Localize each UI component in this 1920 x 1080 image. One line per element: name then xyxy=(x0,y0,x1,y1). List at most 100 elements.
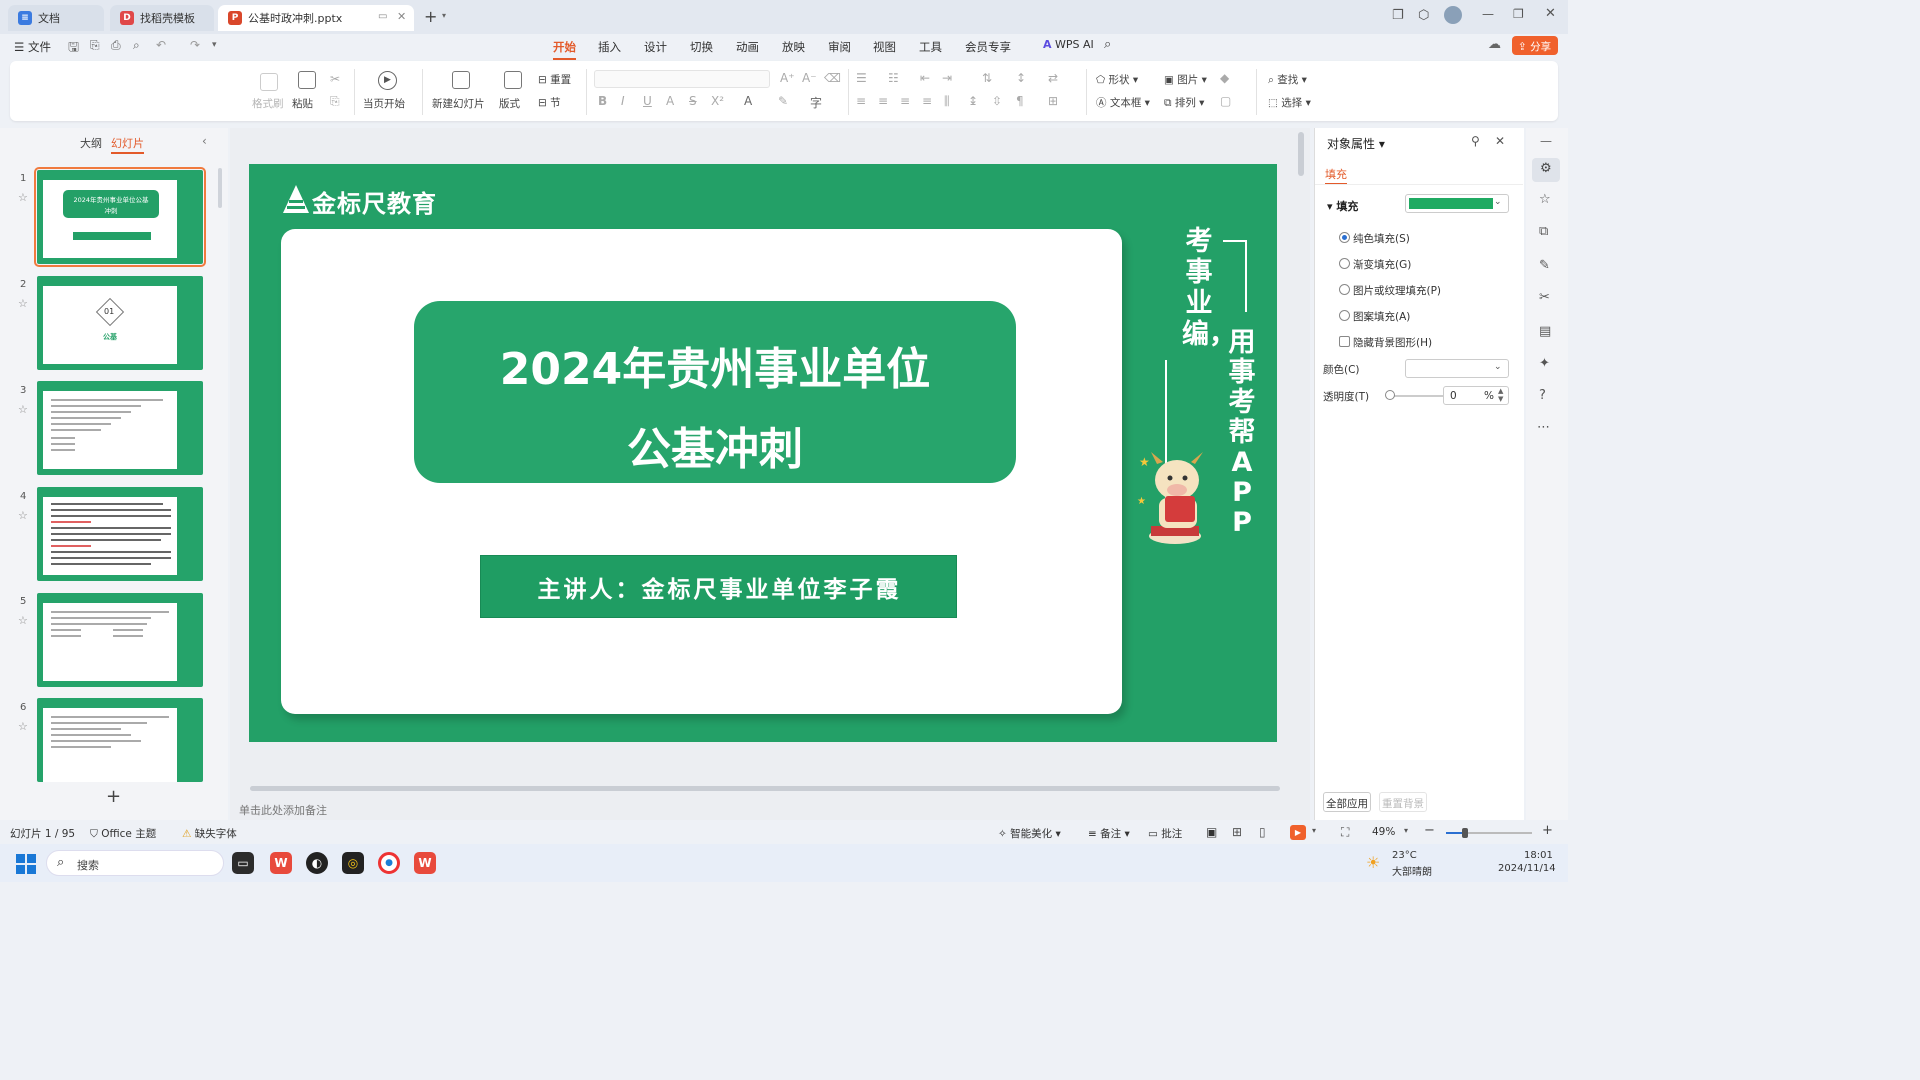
tab-docer[interactable]: D 找稻壳模板 xyxy=(110,5,214,31)
reset-background-button[interactable]: 重置背景 xyxy=(1379,792,1427,812)
grid-view-icon[interactable]: ⊞ xyxy=(1232,825,1242,839)
notes-placeholder[interactable]: 单击此处添加备注 xyxy=(239,802,327,818)
slide-thumbnail-2[interactable]: 01 公基 xyxy=(37,276,203,370)
shape-button[interactable]: ⬠ 形状 ▾ xyxy=(1096,72,1138,87)
canvas-horizontal-scrollbar[interactable] xyxy=(250,786,1280,791)
wps-ai-button[interactable]: A WPS AI xyxy=(1043,38,1094,51)
windows-start-icon[interactable] xyxy=(16,854,36,874)
paragraph-spacing-icon[interactable]: ⇳ xyxy=(992,94,1002,108)
transparency-slider-track[interactable] xyxy=(1387,395,1443,397)
share-button[interactable]: ⇪ 分享 xyxy=(1512,36,1558,55)
copy-format-icon[interactable]: ⧉ xyxy=(1539,224,1548,239)
shadow-icon[interactable]: A xyxy=(666,94,674,108)
print-icon[interactable]: ⎙ xyxy=(111,38,121,53)
save-icon[interactable]: 🖫 xyxy=(68,38,79,60)
close-panel-icon[interactable]: ✕ xyxy=(1495,134,1505,148)
slide-thumbnail-3[interactable] xyxy=(37,381,203,475)
chevron-down-icon[interactable]: ▾ xyxy=(1404,826,1408,835)
new-slide-button[interactable]: 新建幻灯片 xyxy=(432,96,485,111)
tab-list-chevron-icon[interactable]: ▾ xyxy=(442,11,446,20)
highlight-icon[interactable]: ✎ xyxy=(778,94,788,108)
menu-slideshow[interactable]: 放映 xyxy=(782,39,805,55)
collapse-panel-icon[interactable]: ‹ xyxy=(202,134,207,148)
picture-fill-radio[interactable] xyxy=(1339,284,1350,295)
menu-insert[interactable]: 插入 xyxy=(598,39,621,55)
outline-tab[interactable]: 大纲 xyxy=(80,135,102,151)
pin-icon[interactable]: ⚲ xyxy=(1471,134,1480,148)
align-right-icon[interactable]: ≡ xyxy=(900,94,910,108)
fill-section-header[interactable]: ▾ 填充 xyxy=(1327,198,1358,214)
tab-close-icon[interactable]: ✕ xyxy=(397,10,406,23)
underline-icon[interactable]: U xyxy=(643,94,652,108)
properties-tool-active[interactable]: ⚙ xyxy=(1532,158,1560,182)
file-menu[interactable]: ☰ 文件 xyxy=(14,39,51,55)
layout-icon[interactable]: ❐ xyxy=(1392,8,1404,23)
copy-icon[interactable]: ⎘ xyxy=(330,94,340,109)
italic-icon[interactable]: I xyxy=(621,94,625,108)
zoom-level[interactable]: 49% xyxy=(1372,826,1395,838)
transparency-input[interactable]: 0 % ▲ ▼ xyxy=(1443,386,1509,405)
export-icon[interactable]: ⎘ xyxy=(90,38,100,53)
convert-icon[interactable]: ⇄ xyxy=(1048,71,1058,85)
redo-icon[interactable]: ↷ xyxy=(190,38,200,52)
strikethrough-icon[interactable]: S xyxy=(689,94,697,108)
quick-access-chevron-icon[interactable]: ▾ xyxy=(212,40,217,50)
chevron-down-icon[interactable]: ▾ xyxy=(1312,826,1316,835)
menu-view[interactable]: 视图 xyxy=(873,39,896,55)
increase-font-icon[interactable]: A⁺ xyxy=(780,71,795,85)
numbered-list-icon[interactable]: ☷ xyxy=(888,71,899,85)
star-icon[interactable]: ☆ xyxy=(18,403,28,416)
layout-button[interactable]: 版式 xyxy=(499,96,520,111)
text-direction-icon[interactable]: ⇅ xyxy=(982,71,992,85)
section-button[interactable]: ⊟ 节 xyxy=(538,95,561,110)
fill-color-picker[interactable]: ⌄ xyxy=(1405,194,1509,213)
arrange-button[interactable]: ⧉ 排列 ▾ xyxy=(1164,95,1204,110)
weather-desc[interactable]: 大部晴朗 xyxy=(1392,863,1432,878)
wps-office-icon[interactable]: W xyxy=(414,852,436,874)
slide-thumbnail-4[interactable] xyxy=(37,487,203,581)
slides-tab[interactable]: 幻灯片 xyxy=(111,135,144,154)
weather-temp[interactable]: 23°C xyxy=(1392,850,1417,861)
tools-icon[interactable]: ✂ xyxy=(1539,290,1550,305)
transparency-slider-handle[interactable] xyxy=(1385,390,1395,400)
menu-design[interactable]: 设计 xyxy=(644,39,667,55)
cloud-icon[interactable]: ☁ xyxy=(1488,37,1501,52)
star-icon[interactable]: ☆ xyxy=(18,720,28,733)
missing-font-indicator[interactable]: ⚠ 缺失字体 xyxy=(182,826,237,841)
star-icon[interactable]: ☆ xyxy=(18,509,28,522)
edit-icon[interactable]: ✎ xyxy=(1539,258,1550,273)
more-icon[interactable]: ⋯ xyxy=(1537,420,1550,435)
stepper-icon[interactable]: ▲ ▼ xyxy=(1498,387,1503,403)
decrease-font-icon[interactable]: A⁻ xyxy=(802,71,817,85)
camera-app-icon[interactable]: ◎ xyxy=(342,852,364,874)
menu-animation[interactable]: 动画 xyxy=(736,39,759,55)
font-color-icon[interactable]: A xyxy=(744,94,752,108)
indent-icon[interactable]: ⇥ xyxy=(942,71,952,85)
solid-fill-radio[interactable] xyxy=(1339,232,1350,243)
zoom-slider-handle[interactable] xyxy=(1462,828,1468,838)
select-button[interactable]: ⬚ 选择 ▾ xyxy=(1268,95,1311,110)
slide-thumbnail-6[interactable] xyxy=(37,698,203,782)
char-spacing-icon[interactable]: 字 xyxy=(810,94,822,111)
pattern-fill-radio[interactable] xyxy=(1339,310,1350,321)
paste-button[interactable]: 粘贴 xyxy=(292,96,313,111)
slide-thumbnail-5[interactable] xyxy=(37,593,203,687)
animation-icon[interactable]: ✦ xyxy=(1539,356,1550,371)
close-window-icon[interactable]: ✕ xyxy=(1545,6,1556,21)
hide-bg-checkbox[interactable] xyxy=(1339,336,1350,347)
search-icon[interactable]: ⌕ xyxy=(1104,37,1111,52)
format-painter-button[interactable]: 格式刷 xyxy=(252,96,284,111)
reading-view-icon[interactable]: ▯ xyxy=(1259,825,1266,839)
text-box-align-icon[interactable]: ⊞ xyxy=(1048,94,1058,108)
zoom-out-icon[interactable]: − xyxy=(1424,823,1435,838)
outline-icon[interactable]: ▢ xyxy=(1220,94,1231,108)
font-family-select[interactable] xyxy=(594,70,770,88)
menu-member[interactable]: 会员专享 xyxy=(965,39,1011,55)
minimize-icon[interactable]: — xyxy=(1482,7,1494,21)
zoom-in-icon[interactable]: + xyxy=(1542,823,1553,838)
textbox-button[interactable]: Ⓐ 文本框 ▾ xyxy=(1096,95,1150,110)
chrome-icon[interactable]: ● xyxy=(378,852,400,874)
cube-icon[interactable]: ⬡ xyxy=(1418,8,1429,23)
add-slide-icon[interactable]: + xyxy=(106,786,121,807)
tab-docs[interactable]: ≡ 文档 xyxy=(8,5,104,31)
